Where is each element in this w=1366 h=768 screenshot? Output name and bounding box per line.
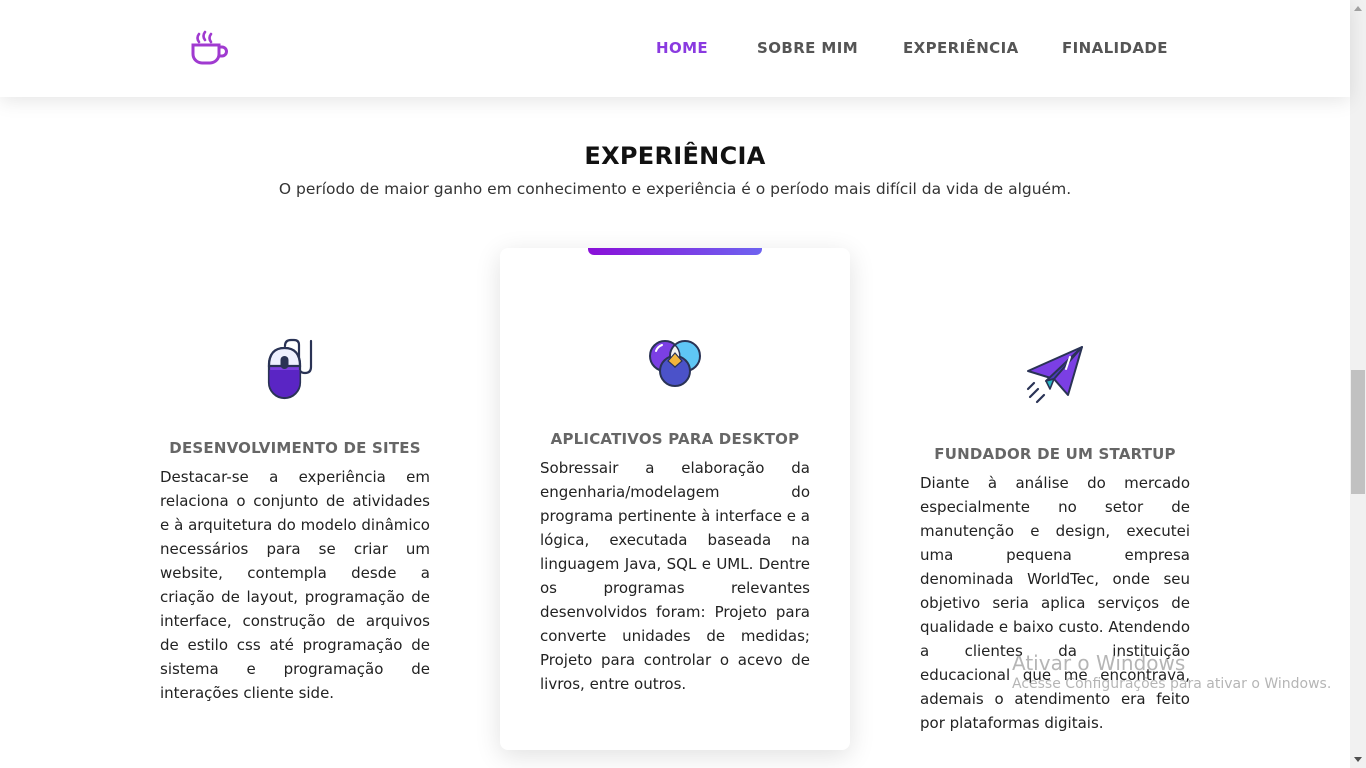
section-subtitle: O período de maior ganho em conhecimento…	[278, 180, 1072, 198]
card-title: FUNDADOR DE UM STARTUP	[934, 445, 1176, 463]
coffee-cup-icon[interactable]	[190, 30, 228, 68]
nav-finalidade[interactable]: FINALIDADE	[1062, 39, 1168, 57]
card-title: APLICATIVOS PARA DESKTOP	[550, 430, 800, 448]
nav-home[interactable]: HOME	[656, 39, 708, 57]
nav-experiencia[interactable]: EXPERIÊNCIA	[903, 39, 1019, 57]
paper-plane-icon	[1026, 346, 1083, 404]
venn-circles-icon	[649, 340, 701, 387]
card-text: Destacar-se a experiência em relaciona o…	[160, 468, 430, 702]
windows-activation-subtitle: Acesse Configurações para ativar o Windo…	[1012, 676, 1332, 692]
card-title: DESENVOLVIMENTO DE SITES	[169, 439, 421, 457]
scroll-down-arrow-icon[interactable]	[1354, 757, 1362, 762]
nav-sobre-mim[interactable]: SOBRE MIM	[757, 39, 858, 57]
mouse-icon	[267, 338, 313, 400]
scroll-up-arrow-icon[interactable]	[1354, 6, 1362, 11]
card-text: Diante à análise do mercado especialment…	[920, 474, 1190, 732]
scrollbar-thumb[interactable]	[1351, 370, 1365, 494]
section-title: EXPERIÊNCIA	[584, 142, 766, 170]
card-text: Sobressair a elaboração da engenharia/mo…	[540, 459, 810, 693]
navbar: HOME SOBRE MIM EXPERIÊNCIA FINALIDADE	[0, 0, 1350, 97]
card-accent-bar	[588, 248, 762, 255]
windows-activation-title: Ativar o Windows	[1012, 651, 1186, 675]
